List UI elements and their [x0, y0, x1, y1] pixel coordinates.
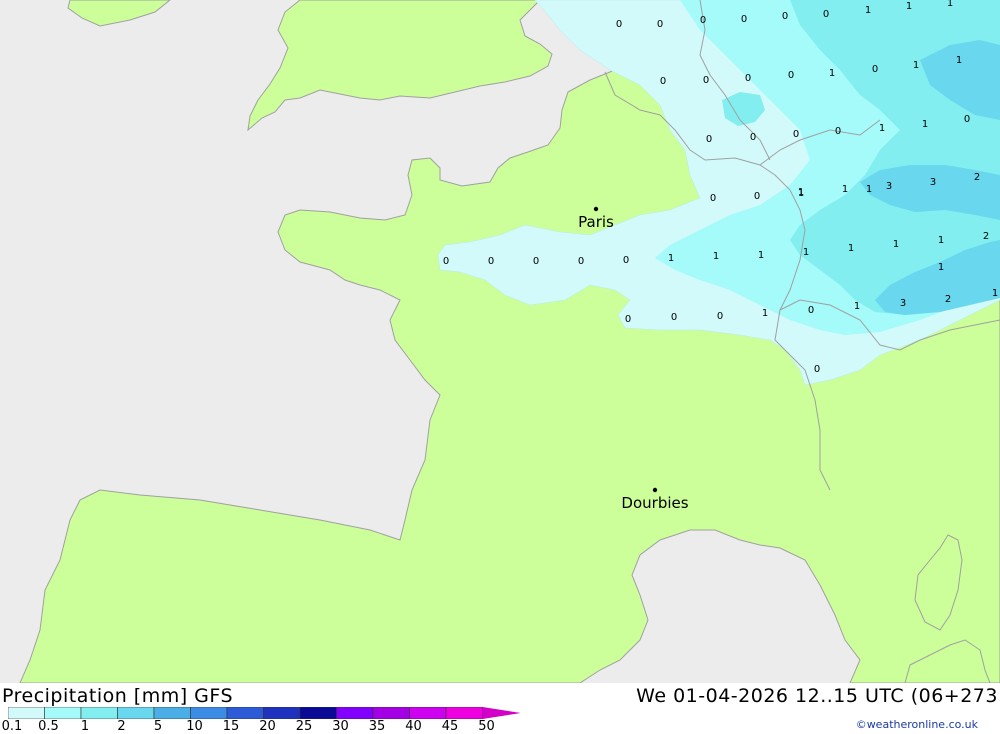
precip-value: 0 [703, 75, 709, 86]
legend-label: 15 [222, 719, 240, 734]
precip-value: 1 [713, 251, 719, 262]
precip-value: 1 [848, 243, 854, 254]
precip-value: 0 [782, 11, 788, 22]
precip-value: 1 [992, 288, 998, 299]
city-marker [652, 487, 658, 493]
legend-arrow [482, 707, 520, 719]
legend-swatch [190, 707, 228, 719]
precip-value: 0 [625, 314, 631, 325]
legend-label: 10 [186, 719, 203, 734]
legend-swatch [409, 707, 447, 719]
precip-value: 0 [671, 312, 677, 323]
precip-value: 0 [700, 15, 706, 26]
legend-label: 0.5 [38, 719, 59, 734]
legend-label: 50 [478, 719, 495, 734]
precip-value: 0 [443, 256, 449, 267]
precip-value: 0 [488, 256, 494, 267]
legend-label: 25 [295, 719, 313, 734]
precip-value: 0 [578, 256, 584, 267]
precip-value: 1 [922, 119, 928, 130]
precip-value: 0 [964, 114, 970, 125]
precip-value: 1 [893, 239, 899, 250]
precip-value: 0 [657, 19, 663, 30]
precip-value: 0 [616, 19, 622, 30]
legend-label: 2 [117, 719, 126, 734]
legend-labels: 0.1 0.5 1 2 5 10 15 20 25 30 35 40 45 50 [0, 719, 520, 734]
precip-value: 1 [758, 250, 764, 261]
precip-value: 0 [745, 73, 751, 84]
precip-value: 1 [866, 184, 872, 195]
forecast-datetime: We 01-04-2026 12..15 UTC (06+273 [636, 685, 998, 707]
precip-value: 2 [983, 231, 989, 242]
legend-swatch [153, 707, 191, 719]
precip-value: 1 [947, 0, 953, 9]
legend-label: 35 [368, 719, 386, 734]
legend-swatch [336, 707, 374, 719]
precip-value: 1 [938, 235, 944, 246]
legend-label: 1 [80, 719, 90, 734]
legend-swatch [226, 707, 264, 719]
legend-swatch [117, 707, 155, 719]
precip-value: 1 [842, 184, 848, 195]
city-marker [593, 206, 599, 212]
legend-swatch [299, 707, 337, 719]
precip-value: 0 [872, 64, 878, 75]
legend-label: 20 [259, 719, 276, 734]
legend-label: 30 [332, 719, 349, 734]
map-title: Precipitation [mm] GFS [2, 685, 234, 707]
precip-value: 1 [854, 301, 860, 312]
credit-text: ©weatheronline.co.uk [855, 718, 978, 731]
legend-label: 40 [405, 719, 422, 734]
precip-value: 1 [798, 187, 804, 198]
city-label-paris: Paris [578, 213, 614, 231]
precip-value: 0 [808, 305, 814, 316]
precip-value: 1 [879, 123, 885, 134]
precip-value: 0 [706, 134, 712, 145]
precip-value: 1 [913, 60, 919, 71]
precip-value: 0 [788, 70, 794, 81]
precip-value: 1 [668, 253, 674, 264]
precipitation-map: 0 0 0 0 0 0 1 1 1 0 0 0 1 0 1 1 0 0 0 0 … [0, 0, 1000, 683]
legend-label: 0.1 [1, 719, 23, 734]
precip-value: 1 [906, 1, 912, 12]
precip-value: 2 [945, 294, 951, 305]
map-footer: Precipitation [mm] GFS We 01-04-2026 12.… [0, 683, 1000, 734]
precip-value: 2 [974, 172, 980, 183]
precip-value: 0 [793, 129, 799, 140]
precip-value: 0 [750, 132, 756, 143]
precip-value: 1 [803, 247, 809, 258]
precip-value: 0 [710, 193, 716, 204]
legend-swatch [445, 707, 483, 719]
legend-label: 5 [153, 719, 163, 734]
precip-value: 0 [835, 126, 841, 137]
precip-value: 1 [956, 55, 962, 66]
precip-value: 3 [930, 177, 936, 188]
legend-swatch [263, 707, 301, 719]
precip-value: 3 [886, 181, 892, 192]
precip-value: 3 [900, 298, 906, 309]
legend-swatch [44, 707, 82, 719]
city-label-dourbies: Dourbies [621, 494, 688, 512]
precip-value: 0 [823, 9, 829, 20]
legend-label: 45 [441, 719, 459, 734]
precip-value: 1 [938, 262, 944, 273]
precip-value: 1 [762, 308, 768, 319]
precip-value: 0 [660, 76, 666, 87]
precip-value: 0 [754, 191, 760, 202]
precip-value: 0 [533, 256, 539, 267]
legend-swatch [372, 707, 410, 719]
precip-value: 0 [814, 364, 820, 375]
precip-value: 0 [717, 311, 723, 322]
legend-swatch [80, 707, 118, 719]
precip-value: 1 [865, 5, 871, 16]
precip-value: 1 [829, 68, 835, 79]
precip-value: 0 [741, 14, 747, 25]
color-legend [8, 707, 520, 719]
legend-swatch [8, 707, 45, 719]
precip-value: 0 [623, 255, 629, 266]
